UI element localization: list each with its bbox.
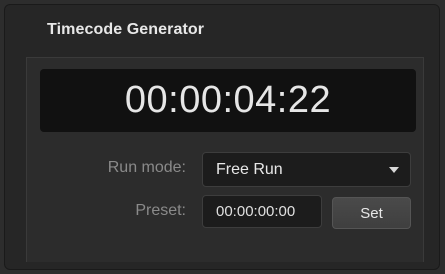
preset-label: Preset: <box>135 202 186 219</box>
set-button[interactable]: Set <box>332 197 411 229</box>
run-mode-dropdown[interactable]: Free Run <box>202 152 411 187</box>
timecode-display: 00:00:04:22 <box>40 69 416 132</box>
chevron-down-icon <box>389 167 399 173</box>
preset-timecode-input[interactable] <box>202 195 322 228</box>
run-mode-selected-value: Free Run <box>216 161 283 178</box>
timecode-value: 00:00:04:22 <box>124 79 332 121</box>
panel-title: Timecode Generator <box>47 21 205 38</box>
run-mode-label: Run mode: <box>107 159 186 176</box>
timecode-generator-panel: Timecode Generator 00:00:04:22 Run mode:… <box>0 0 445 274</box>
